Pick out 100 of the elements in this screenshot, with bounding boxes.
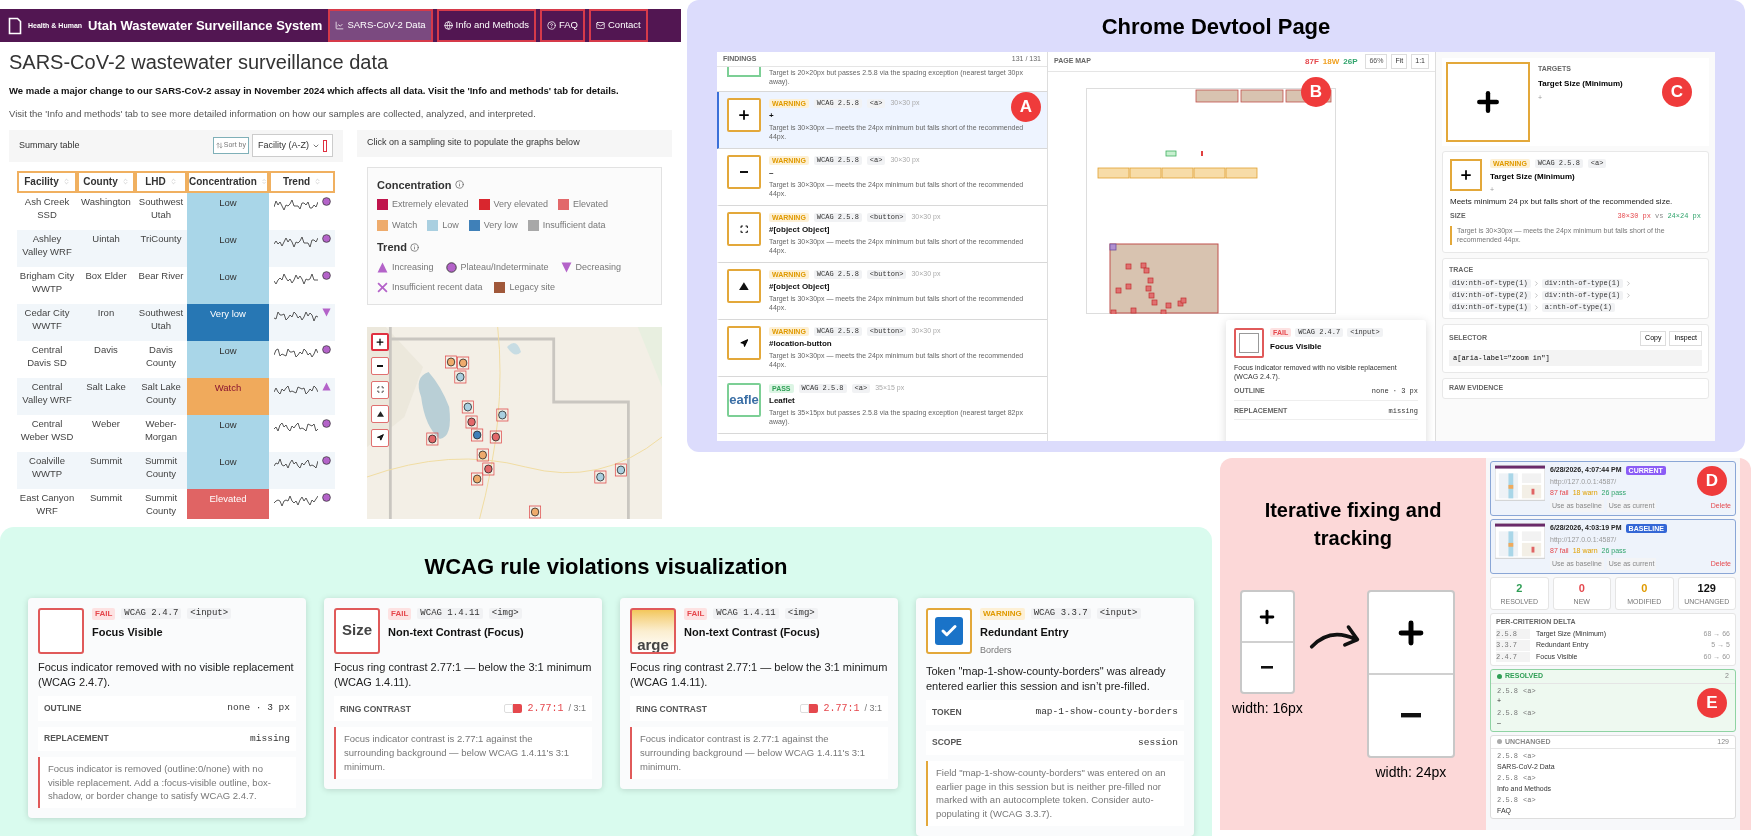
table-cell-text: Davis [93,342,119,357]
legend-label: Plateau/Indeterminate [460,260,549,274]
info-icon [409,242,419,252]
table-cell-text: TriCounty [139,231,183,246]
plus-icon [737,108,751,122]
count-text: 18W [1322,55,1340,68]
circle-icon [321,344,331,354]
panel-title: Chrome Devtool Page [1101,12,1331,41]
row-label: RING CONTRAST [340,702,411,716]
row-value: map-1-show-county-borders [1035,705,1178,720]
circle-icon [321,418,331,428]
table-cell-text: Ashley Valley WRF [21,231,73,260]
nav-tab[interactable]: Contact [589,9,648,42]
table-cell-text: Cedar City WWTF [23,305,71,334]
table-cell-text: Central Valley WRF [21,379,73,408]
nav-tab[interactable]: Info and Methods [436,9,536,42]
status-badge: FAIL [684,607,708,620]
row-label: REPLACEMENT [44,732,109,746]
finding-name: + [769,111,775,120]
status-badge: WARNING [980,607,1025,620]
nav-tab[interactable]: FAQ [540,9,585,42]
triangle-icon [739,281,749,291]
concentration-cell: Elevated [187,488,269,519]
column-header[interactable]: Trend [269,170,335,193]
panel-title: Iterative fixing and tracking [1263,498,1443,551]
stat-value: 129 [1697,581,1716,596]
code-chip: WCAG 1.4.11 [713,608,779,620]
rule-description: Focus ring contrast 2.77:1 — below the 3:1 minimum (WCAG 1.4.11). [334,659,592,691]
triangle-icon [376,410,384,417]
focus-marker [323,139,327,152]
code-chip: WCAG 3.3.7 [1030,608,1091,620]
triangle-up-icon [377,261,388,273]
map-hint-bar: Click on a sampling site to populate the graphs below [357,129,672,157]
minus-icon [377,364,383,367]
sort-icon [215,142,223,149]
legend-label: Extremely elevated [392,198,469,211]
table-cell-text: Uintah [91,231,121,246]
circle-icon [445,261,457,273]
swatch-icon [504,704,523,714]
code-chip: WCAG 1.4.11 [417,608,483,620]
table-cell-text: East Canyon WRF [18,490,76,519]
legend-label: Decreasing [575,260,622,274]
legend-label: Elevated [573,198,609,211]
row-label: TOKEN [932,706,962,719]
snapshot-thumbnail [1495,523,1545,559]
row-value: missing [250,731,290,746]
notice-text: We made a major change to our SARS-CoV-2 assay in November 2024 which affects all data. Visit the 'Info and methods' tab for details. [9,84,620,98]
location-arrow-icon [376,434,384,441]
rule-description: Token "map-1-show-county-borders" was already entered earlier this session and isn’t pre-filled. [926,663,1167,695]
column-header[interactable]: Facility [17,170,77,193]
table-cell-text: Washington [80,194,132,209]
plus-icon [375,336,385,347]
legend-title: Concentration [377,177,452,193]
logo-icon [8,16,22,35]
column-header[interactable]: Concentration [187,170,269,193]
table-cell-text: Southwest Utah [137,305,185,334]
table-cell-text: Coalville WWTP [28,453,66,482]
nav-tab[interactable]: SARS-CoV-2 Data [328,9,433,42]
sort-icon [62,178,70,185]
table-cell-text: Bear River [137,268,185,283]
row-label: RING CONTRAST [636,702,707,716]
concentration-cell: Low [187,451,269,489]
row-value: none · 3 px [227,701,290,716]
circle-icon [321,492,331,502]
code-chip: <input> [1096,608,1141,620]
remediation-note: Focus indicator contrast is 2.77:1 against the surrounding background — below WCAG 1.4.11's 3:1 minimum. [630,727,888,779]
finding-name: – [769,168,775,177]
circle-icon [321,455,331,465]
concentration-cell: Low [187,229,269,267]
code-chip: <img> [488,608,522,620]
column-header[interactable]: County [77,170,135,193]
finding-name: Target Size (Minimum) [1490,171,1576,183]
legend-label: Insufficient recent data [392,281,483,294]
row-label: OUTLINE [44,702,82,715]
marker-label: D [1697,466,1727,496]
circle-icon [321,233,331,243]
info-icon [454,180,464,190]
table-cell-text: Davis County [144,342,178,371]
legend-label: Insufficient data [542,218,606,232]
table-cell-text: Weber [91,416,121,431]
minus-icon [739,171,749,173]
table-cell-text: Box Elder [84,268,128,283]
contrast-threshold: / 3:1 [568,702,586,716]
contrast-value: 2.77:1 [823,702,860,717]
rule-name: Redundant Entry [980,624,1070,640]
snapshot-thumbnail [1495,465,1545,501]
column-header[interactable]: LHD [135,170,187,193]
status-badge: FAIL [388,607,412,620]
fullscreen-icon [739,224,749,234]
thumbnail [1234,328,1264,358]
remediation-note: Field "map-1-show-county-borders" was entered on an earlier page in this session but is neither pre-filled nor marked with an autocomplete token. Consider auto-populating it (WCAG 3.3.7). [926,760,1184,826]
swatch-icon [800,704,819,714]
table-cell-text: Summit [88,453,124,468]
location-arrow-icon [739,338,749,348]
intro-text: Visit the 'Info and methods' tab to see more detailed information on how our samples are collected, analyzed, and interpreted. [9,107,537,122]
chart-icon [335,21,345,30]
sort-icon [121,178,129,185]
circle-icon [321,270,331,280]
sort-select[interactable]: Facility (A-Z) [252,133,333,158]
triangle-down-icon [321,307,331,317]
